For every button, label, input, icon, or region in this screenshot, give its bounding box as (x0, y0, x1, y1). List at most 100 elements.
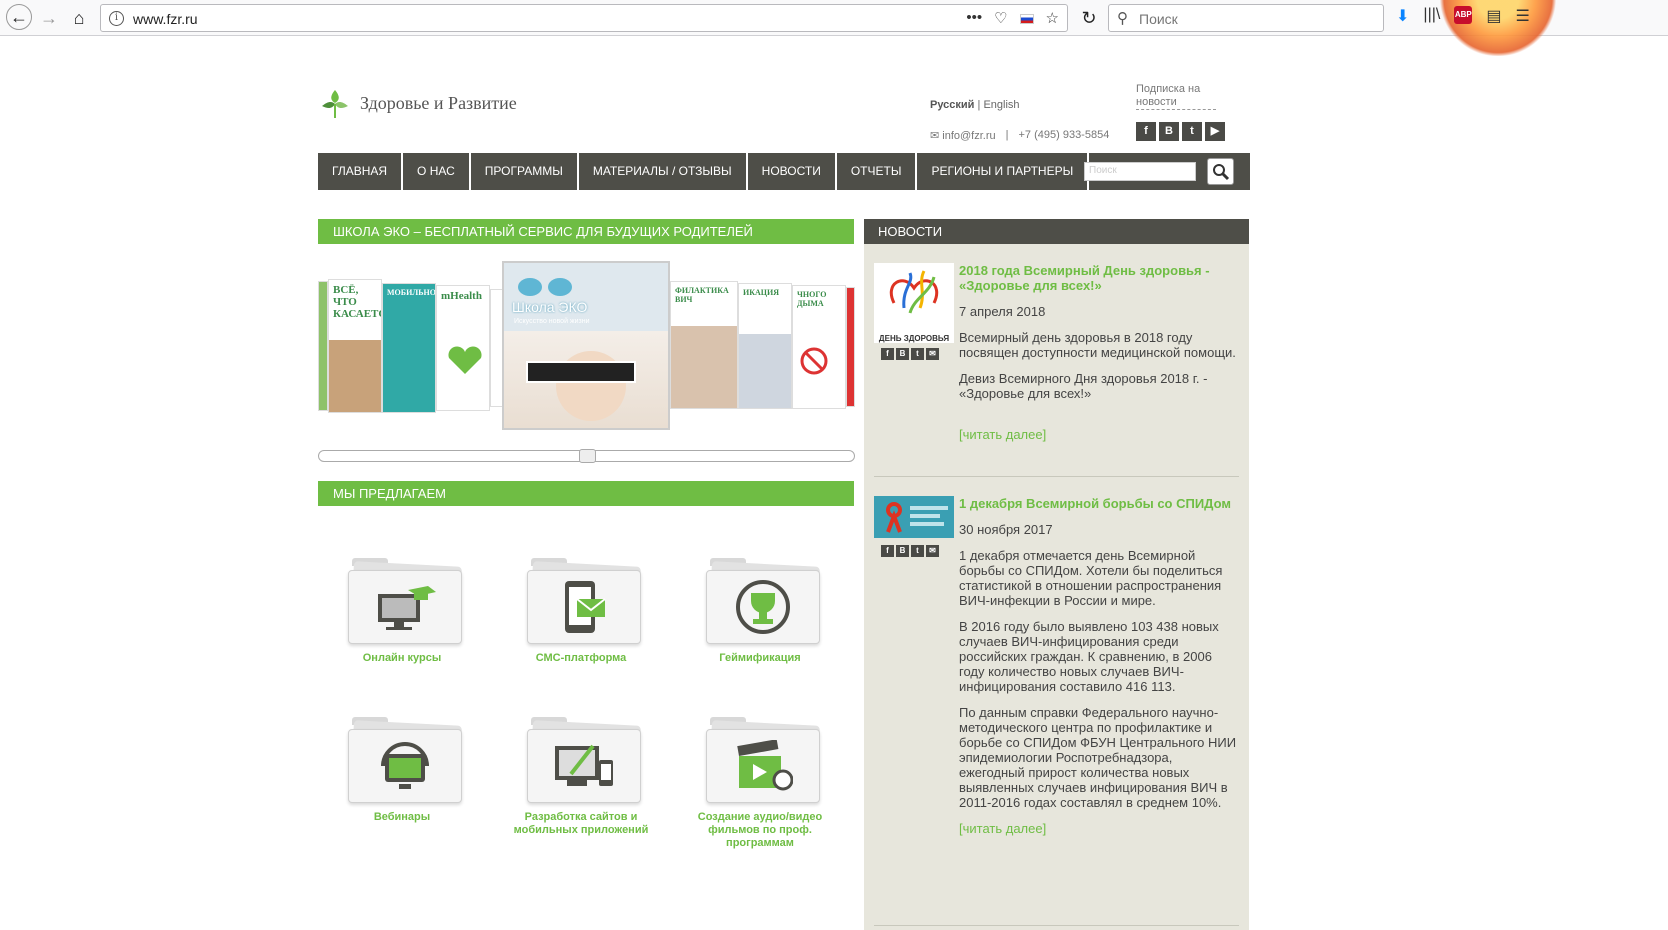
offer-label[interactable]: Онлайн курсы (322, 652, 482, 665)
search-icon: ⚲ (1117, 10, 1128, 27)
offer-web-development[interactable]: Разработка сайтов и мобильных приложений (501, 703, 661, 853)
pocket-icon[interactable]: ♡ (994, 9, 1007, 27)
folder-icon (706, 717, 822, 805)
share-email-icon[interactable]: ✉ (926, 545, 939, 557)
read-more-link[interactable]: [читать далее] (959, 821, 1239, 836)
url-text[interactable]: www.fzr.ru (133, 11, 198, 27)
subscribe-link[interactable]: Подписка на новости (1136, 83, 1216, 110)
carousel-card-title: ЧНОГО ДЫМА (797, 290, 827, 308)
reload-icon[interactable]: ↻ (1076, 6, 1102, 30)
read-more-link[interactable]: [читать далее] (959, 427, 1239, 442)
carousel-card[interactable] (318, 281, 328, 411)
back-arrow-icon[interactable]: ← (6, 4, 32, 30)
menu-item-news[interactable]: НОВОСТИ (748, 153, 837, 190)
offer-label[interactable]: Геймификация (680, 652, 840, 665)
offer-label[interactable]: СМС-платформа (501, 652, 661, 665)
url-bar-tools: ••• ♡ ☆ (966, 9, 1059, 27)
social-links: f B t ▶ (1136, 122, 1225, 141)
carousel-card[interactable]: ФИЛАКТИКА ВИЧ (670, 281, 738, 409)
carousel-slider[interactable] (318, 449, 855, 463)
carousel-active-card[interactable]: Школа ЭКО Искусство новой жизни (502, 261, 670, 430)
offer-label[interactable]: Вебинары (322, 811, 482, 824)
share-twitter-icon[interactable]: t (911, 545, 924, 557)
site-search-button[interactable] (1207, 158, 1234, 185)
carousel-card-title: mHealth (441, 290, 482, 302)
lang-russian[interactable]: Русский (930, 99, 974, 111)
folder-icon (527, 558, 643, 646)
home-icon[interactable]: ⌂ (66, 6, 92, 30)
news-paragraph: 1 декабря отмечается день Всемирной борь… (959, 548, 1223, 608)
email-link[interactable]: ✉ info@fzr.ru (930, 129, 996, 142)
share-facebook-icon[interactable]: f (881, 348, 894, 360)
youtube-icon[interactable]: ▶ (1205, 122, 1225, 141)
news-date: 7 апреля 2018 (959, 304, 1046, 319)
gamification-icon (736, 580, 790, 634)
carousel-card[interactable] (846, 287, 855, 407)
offer-label[interactable]: Разработка сайтов и мобильных приложений (501, 811, 661, 837)
share-vkontakte-icon[interactable]: B (896, 545, 909, 557)
lang-english[interactable]: English (983, 99, 1019, 111)
browser-search-placeholder[interactable]: Поиск (1139, 11, 1178, 27)
carousel-card-photo (671, 326, 737, 408)
forward-arrow-icon[interactable]: → (36, 6, 62, 30)
reader-icon[interactable]: ▤ (1486, 6, 1501, 26)
carousel-card[interactable]: ВСЁ, ЧТО КАСАЕТСЯ (328, 279, 382, 413)
news-headline[interactable]: 1 декабря Всемирной борьбы со СПИДом (959, 496, 1239, 511)
facebook-icon[interactable]: f (1136, 122, 1156, 141)
russian-flag-icon[interactable] (1019, 14, 1034, 24)
bookmark-star-icon[interactable]: ☆ (1046, 9, 1059, 27)
news-headline[interactable]: 2018 года Всемирный День здоровья - «Здо… (959, 263, 1239, 293)
carousel-slider-thumb[interactable] (579, 449, 596, 463)
twitter-icon[interactable]: t (1182, 122, 1202, 141)
carousel-card[interactable]: МОБИЛЬНОЕ (382, 283, 436, 413)
online-course-icon (378, 586, 436, 630)
offer-gamification[interactable]: Геймификация (680, 544, 840, 694)
offer-video-production[interactable]: Создание аудио/видео фильмов по проф. пр… (680, 703, 840, 853)
offer-sms-platform[interactable]: СМС-платформа (501, 544, 661, 694)
browser-toolbar: ← → ⌂ i www.fzr.ru ••• ♡ ☆ ↻ ⚲ Поиск ⬇ |… (0, 0, 1668, 56)
share-twitter-icon[interactable]: t (911, 348, 924, 360)
menu-item-reports[interactable]: ОТЧЕТЫ (837, 153, 918, 190)
offer-webinars[interactable]: Вебинары (322, 703, 482, 853)
news-panel: НОВОСТИ ДЕНЬ ЗДОРОВЬЯ f B t ✉ 2018 года … (864, 219, 1249, 930)
folder-icon (527, 717, 643, 805)
site-info-icon[interactable]: i (109, 11, 124, 26)
url-bar[interactable]: i www.fzr.ru ••• ♡ ☆ (100, 4, 1068, 32)
phone-number: +7 (495) 933-5854 (1018, 129, 1110, 141)
carousel-card[interactable]: ЧНОГО ДЫМА (792, 285, 846, 409)
news-paragraph: По данным справки Федерального научно-ме… (959, 705, 1237, 810)
site-logo[interactable]: Здоровье и Развитие (318, 86, 517, 120)
site-search-input[interactable]: Поиск (1084, 162, 1196, 181)
menu-item-programs[interactable]: ПРОГРАММЫ (471, 153, 579, 190)
adblock-icon[interactable]: ABP (1454, 6, 1473, 24)
browser-search-bar[interactable]: ⚲ Поиск (1108, 4, 1384, 32)
share-facebook-icon[interactable]: f (881, 545, 894, 557)
menu-item-about[interactable]: О НАС (403, 153, 471, 190)
email-text[interactable]: info@fzr.ru (942, 130, 995, 142)
offer-label[interactable]: Создание аудио/видео фильмов по проф. пр… (680, 811, 840, 850)
menu-item-materials[interactable]: МАТЕРИАЛЫ / ОТЗЫВЫ (579, 153, 748, 190)
offer-online-courses[interactable]: Онлайн курсы (322, 544, 482, 694)
carousel-card[interactable]: ИКАЦИЯ (738, 283, 792, 409)
vkontakte-icon[interactable]: B (1159, 122, 1179, 141)
share-email-icon[interactable]: ✉ (926, 348, 939, 360)
menu-item-home[interactable]: ГЛАВНАЯ (318, 153, 404, 190)
news-thumbnail[interactable] (874, 496, 954, 538)
language-switcher: Русский | English (930, 99, 1020, 111)
news-paragraph: В 2016 году было выявлено 103 438 новых … (959, 619, 1219, 694)
more-actions-icon[interactable]: ••• (966, 9, 982, 27)
carousel-card-photo (739, 334, 791, 408)
menu-icon[interactable]: ☰ (1515, 6, 1529, 26)
logo-leaf-icon (322, 90, 348, 118)
offers-title: МЫ ПРЕДЛАГАЕМ (318, 481, 854, 506)
carousel-card[interactable]: mHealth (436, 285, 490, 411)
news-thumbnail[interactable]: ДЕНЬ ЗДОРОВЬЯ (874, 263, 954, 343)
video-icon (737, 740, 793, 791)
folder-icon (348, 558, 464, 646)
library-icon[interactable]: |||\ (1423, 6, 1440, 26)
promo-carousel[interactable]: ВСЁ, ЧТО КАСАЕТСЯ МОБИЛЬНОЕ mHealth Школ… (318, 261, 855, 433)
share-vkontakte-icon[interactable]: B (896, 348, 909, 360)
logo-text: Здоровье и Развитие (360, 92, 517, 113)
download-icon[interactable]: ⬇ (1396, 6, 1409, 26)
menu-item-regions[interactable]: РЕГИОНЫ И ПАРТНЕРЫ (917, 153, 1090, 190)
